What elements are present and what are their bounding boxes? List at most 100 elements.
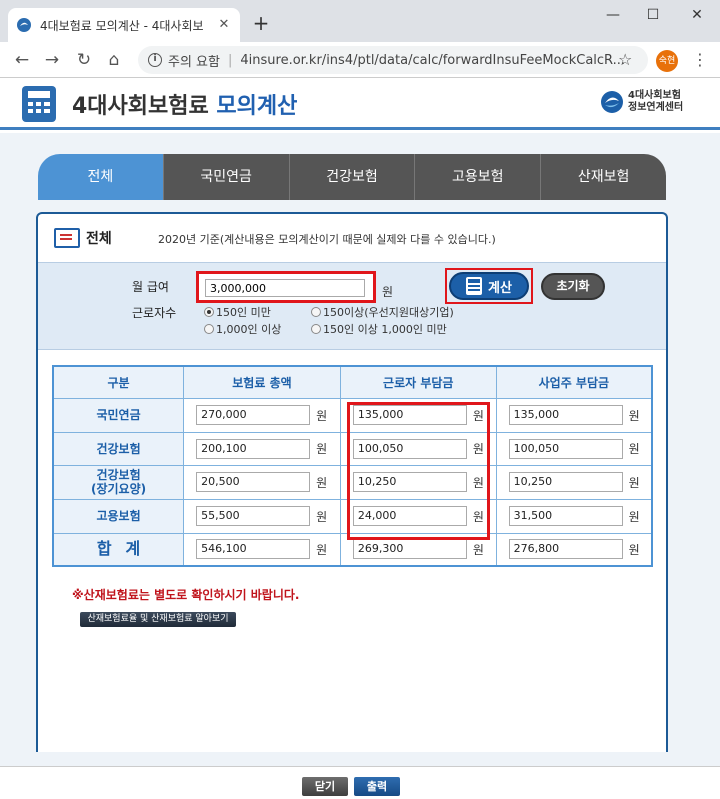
notice-text: ※산재보험료는 별도로 확인하시기 바랍니다. (72, 588, 300, 602)
radio-label: 150이상(우선지원대상기업) (323, 306, 454, 319)
sum-employer-field: 276,800 (508, 539, 623, 560)
sum-label: 합계 (52, 532, 185, 567)
reset-button[interactable]: 초기화 (541, 273, 605, 300)
industrial-accident-rate-button[interactable]: 산재보험료율 및 산재보험료 알아보기 (80, 612, 236, 627)
unit-label: 원 (316, 408, 328, 423)
page-title: 4대사회보험료 모의계산 (72, 88, 297, 120)
home-icon[interactable]: ⌂ (102, 48, 126, 72)
row-category: 건강보험 (52, 431, 185, 466)
address-bar: ← → ↻ ⌂ i 주의 요함 | 4insure.or.kr/ins4/ptl… (0, 42, 720, 78)
radio-over-1000[interactable]: 1,000인 이상 (204, 321, 281, 337)
table-sum-row: 합계 546,100 원 269,300 원 276,800 원 (52, 532, 653, 567)
radio-label: 150인 이상 1,000인 미만 (323, 323, 447, 336)
total-field: 55,500 (196, 506, 311, 526)
section-title: 전체 (86, 231, 112, 247)
calculator-logo-icon (22, 86, 56, 122)
back-icon[interactable]: ← (10, 48, 34, 72)
tab-close-icon[interactable]: ✕ (216, 17, 232, 33)
tab-employment-insurance[interactable]: 고용보험 (415, 154, 542, 200)
browser-tab[interactable]: 4대보험료 모의계산 - 4대사회보 ✕ (8, 8, 240, 42)
unit-label: 원 (628, 408, 640, 423)
close-button[interactable]: 닫기 (302, 777, 348, 796)
unit-label: 원 (472, 475, 484, 490)
unit-label: 원 (472, 509, 484, 524)
radio-dot[interactable] (311, 307, 321, 317)
sum-employee-field: 269,300 (352, 539, 467, 560)
org-name-line1: 4대사회보험 (628, 90, 681, 101)
radio-150-to-1000[interactable]: 150인 이상 1,000인 미만 (311, 321, 447, 337)
radio-dot[interactable] (204, 307, 214, 317)
reload-icon[interactable]: ↻ (72, 48, 96, 72)
row-category-label: 건강보험 (96, 441, 141, 456)
org-name-line2: 정보연계센터 (628, 102, 684, 113)
section-note: 2020년 기준(계산내용은 모의계산이기 때문에 실제와 다를 수 있습니다.… (158, 233, 496, 246)
radio-under-150[interactable]: 150인 미만 (204, 304, 271, 320)
employer-field: 135,000 (508, 405, 623, 425)
url-input[interactable]: i 주의 요함 | 4insure.or.kr/ins4/ptl/data/ca… (138, 46, 648, 74)
org-logo[interactable]: 4대사회보험 정보연계센터 (600, 90, 683, 114)
unit-label: 원 (628, 475, 640, 490)
salary-input[interactable] (205, 279, 365, 297)
row-category-sublabel: (장기요양) (90, 482, 147, 496)
radio-label: 1,000인 이상 (216, 323, 282, 336)
employee-field: 10,250 (352, 472, 467, 492)
total-field: 200,100 (196, 438, 311, 459)
profile-avatar[interactable]: 숙현 (656, 50, 678, 72)
employer-field: 10,250 (508, 472, 623, 492)
tab-all[interactable]: 전체 (38, 154, 164, 200)
table-row: 고용보험 55,500 원 24,000 원 31,500 원 (52, 498, 653, 534)
calculate-button-label: 계산 (488, 280, 512, 296)
unit-label: 원 (316, 442, 328, 456)
total-field: 270,000 (196, 405, 311, 425)
radio-dot[interactable] (204, 324, 214, 334)
tab-industrial-accident[interactable]: 산재보험 (541, 154, 666, 200)
bookmark-star-icon[interactable]: ☆ (618, 50, 632, 69)
calculate-button[interactable]: 계산 (449, 272, 529, 300)
header-category: 구분 (52, 365, 185, 399)
row-category: 건강보험 (장기요양) (52, 464, 185, 500)
unit-label: 원 (472, 442, 484, 456)
security-label: 주의 요함 (168, 54, 220, 70)
header-employer: 사업주 부담금 (495, 365, 653, 399)
result-table: 구분 보험료 총액 근로자 부담금 사업주 부담금 국민연금 270,000 원 … (52, 365, 653, 567)
unit-label: 원 (316, 475, 328, 490)
info-icon[interactable]: i (148, 53, 162, 67)
unit-label: 원 (628, 442, 640, 456)
url-separator: | (227, 52, 233, 68)
browser-titlebar: 4대보험료 모의계산 - 4대사회보 ✕ + — ☐ ✕ (0, 0, 720, 42)
minimize-button[interactable]: — (598, 4, 628, 26)
forward-icon[interactable]: → (40, 48, 64, 72)
page-title-prefix: 4대사회보험료 (72, 94, 209, 119)
table-header-row: 구분 보험료 총액 근로자 부담금 사업주 부담금 (52, 365, 653, 399)
unit-label: 원 (628, 509, 640, 524)
new-tab-button[interactable]: + (250, 12, 272, 34)
radio-150-priority[interactable]: 150이상(우선지원대상기업) (311, 304, 454, 320)
employee-field: 100,050 (352, 438, 467, 459)
monitor-icon (54, 228, 80, 248)
tab-health-insurance[interactable]: 건강보험 (289, 154, 416, 200)
window-close-button[interactable]: ✕ (682, 4, 712, 26)
employee-field: 135,000 (352, 405, 467, 425)
unit-label: 원 (316, 509, 328, 524)
calculator-icon (466, 277, 483, 295)
total-field: 20,500 (196, 472, 311, 492)
salary-label: 월 급여 (132, 280, 169, 294)
url-text: 4insure.or.kr/ins4/ptl/data/calc/forward… (240, 52, 626, 68)
tab-national-pension[interactable]: 국민연금 (163, 154, 290, 200)
maximize-button[interactable]: ☐ (638, 4, 668, 26)
menu-kebab-icon[interactable]: ⋮ (692, 50, 708, 69)
unit-label: 원 (472, 408, 484, 423)
row-category-label: 건강보험 (96, 468, 141, 482)
radio-dot[interactable] (311, 324, 321, 334)
page-title-highlight: 모의계산 (216, 94, 298, 119)
unit-label: 원 (316, 542, 328, 557)
employee-field: 24,000 (352, 506, 467, 526)
radio-label: 150인 미만 (216, 306, 271, 319)
section-header: 전체 (54, 228, 112, 248)
sum-total-field: 546,100 (196, 539, 311, 560)
org-emblem-icon (601, 91, 623, 113)
table-row: 건강보험 200,100 원 100,050 원 100,050 원 (52, 431, 653, 466)
tab-title: 4대보험료 모의계산 - 4대사회보 (40, 18, 204, 33)
unit-label: 원 (628, 542, 640, 557)
print-button[interactable]: 출력 (354, 777, 400, 796)
